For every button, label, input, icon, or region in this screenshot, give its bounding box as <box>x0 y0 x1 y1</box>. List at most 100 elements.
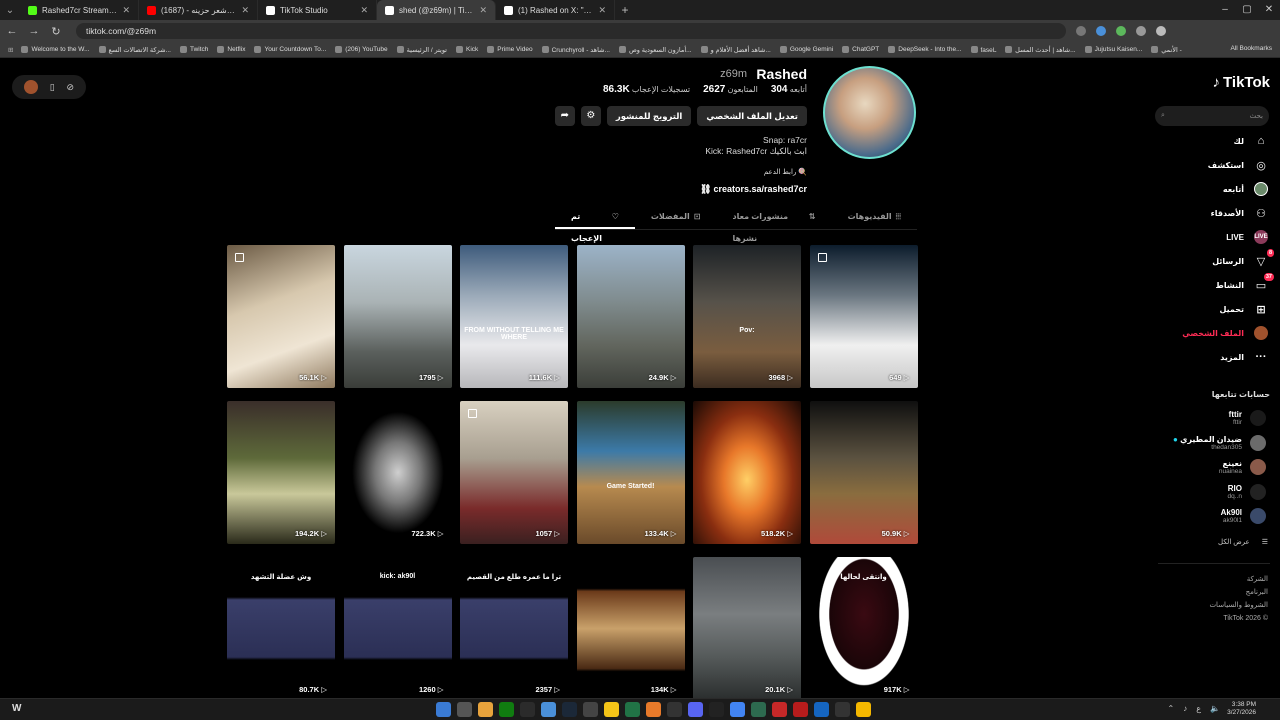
sidebar-item[interactable]: المزيد ··· <box>1220 348 1268 366</box>
bookmark-item[interactable]: أمازون السعودية وص... <box>618 46 692 54</box>
close-tab-icon[interactable]: ✕ <box>241 5 249 16</box>
app-icon[interactable] <box>625 702 640 717</box>
browser-tab[interactable]: shed (@z69m) | TikTok (43) ✕ <box>377 0 496 20</box>
app-icon[interactable] <box>709 702 724 717</box>
task-view-icon[interactable] <box>457 702 472 717</box>
video-card[interactable]: 50.9K ▷ <box>809 401 918 544</box>
bookmark-item[interactable]: Twitch <box>179 46 208 54</box>
share-icon[interactable]: ➦ <box>554 106 575 126</box>
video-card[interactable]: kick: ak90l 1260 ▷ <box>343 557 452 698</box>
footer-link[interactable]: البرنامج <box>1209 586 1268 599</box>
profile-tab[interactable]: تم الإعجاب ♡ <box>555 206 635 243</box>
app-icon[interactable] <box>793 702 808 717</box>
extension-icon[interactable] <box>1096 26 1106 36</box>
avatar[interactable] <box>23 80 38 94</box>
extension-icon[interactable] <box>1116 26 1126 36</box>
clock[interactable]: 3:38 PM 3/27/2026 <box>1227 701 1256 717</box>
footer-link[interactable]: الشركة <box>1209 573 1268 586</box>
app-icon[interactable] <box>520 702 535 717</box>
app-icon[interactable] <box>646 702 661 717</box>
url-field[interactable]: tiktok.com/@z69m <box>76 23 1066 39</box>
bookmark-item[interactable]: Crunchyroll - شاهد... <box>541 46 610 54</box>
mic-icon[interactable]: ♪ <box>1183 704 1187 713</box>
profile-link-text[interactable]: creators.sa/rashed7cr <box>713 184 807 194</box>
search-icon[interactable]: ⌕ <box>1161 112 1165 120</box>
bookmark-item[interactable]: faselـ <box>970 46 996 54</box>
app-icon[interactable] <box>583 702 598 717</box>
steam-icon[interactable] <box>562 702 577 717</box>
sidebar-item[interactable]: الملف الشخصي <box>1182 324 1268 342</box>
bookmark-item[interactable]: Netflix <box>217 46 245 54</box>
sidebar-item[interactable]: تحميل ⊞ <box>1219 300 1268 318</box>
bookmark-item[interactable]: Kick <box>456 46 478 54</box>
tab-search-icon[interactable]: ⌄ <box>0 0 20 20</box>
bookmark-item[interactable]: (206) YouTube <box>335 46 388 54</box>
video-card[interactable]: Game Started! 133.4K ▷ <box>576 401 685 544</box>
close-window-icon[interactable]: ✕ <box>1258 0 1280 20</box>
video-card[interactable]: 134K ▷ <box>576 557 685 698</box>
footer-link[interactable]: الشروط والسياسات <box>1209 599 1268 612</box>
video-card[interactable]: وانتقى لحالها 917K ▷ <box>809 557 918 698</box>
video-card[interactable]: 518.2K ▷ <box>693 401 801 544</box>
profile-stat[interactable]: 86.3K تسجيلات الإعجاب <box>600 84 690 95</box>
compass-icon[interactable]: ⊘ <box>67 82 75 93</box>
bookmark-item[interactable]: ChatGPT <box>842 46 879 54</box>
volume-icon[interactable]: 🔈 <box>1210 704 1220 713</box>
app-icon[interactable] <box>541 702 556 717</box>
bookmark-item[interactable]: DeepSeek - Into the... <box>888 46 962 54</box>
video-card[interactable]: 722.3K ▷ <box>343 401 452 544</box>
bookmark-item[interactable]: شركة الاتصالات السع... <box>98 46 171 54</box>
video-card[interactable]: 1795 ▷ <box>343 245 452 388</box>
video-card[interactable]: 1057 ▷ <box>460 401 568 544</box>
video-card[interactable]: 649 ▷ <box>809 245 918 388</box>
profile-avatar[interactable] <box>823 66 916 159</box>
browser-tab[interactable]: (1) Rashed on X: "التي الطبيعي ✕ <box>496 0 615 20</box>
video-card[interactable]: 194.2K ▷ <box>227 401 335 544</box>
forward-icon[interactable]: → <box>28 25 40 37</box>
discord-icon[interactable] <box>688 702 703 717</box>
reload-icon[interactable]: ↻ <box>50 25 62 38</box>
app-icon[interactable] <box>814 702 829 717</box>
close-tab-icon[interactable]: ✕ <box>122 5 130 16</box>
chrome-icon[interactable] <box>730 702 745 717</box>
profile-icon[interactable] <box>1156 26 1166 36</box>
language-icon[interactable]: ع <box>1196 704 1201 713</box>
phone-icon[interactable]: ▯ <box>50 82 55 93</box>
app-icon[interactable] <box>478 702 493 717</box>
browser-tab[interactable]: موسيقى شعر حزينه - (1687) be ✕ <box>139 0 258 20</box>
video-card[interactable]: ترا ما عمره طلع من القصيم 2357 ▷ <box>460 557 568 698</box>
profile-tab[interactable]: الفيديوهات ⦙⦙⦙ <box>832 206 917 229</box>
video-card[interactable]: وش عضلة التشهد 80.7K ▷ <box>227 557 335 698</box>
following-account[interactable]: Ak90l ak90l1 <box>1221 505 1266 527</box>
back-icon[interactable]: ← <box>6 25 18 37</box>
profile-tab[interactable]: منشورات معاد نشرها ⇅ <box>716 206 831 243</box>
promote-post-button[interactable]: الترويج للمنشور <box>606 106 692 126</box>
apps-icon[interactable]: ⊞ <box>8 46 13 54</box>
bookmark-star-icon[interactable] <box>1136 26 1146 36</box>
bookmark-item[interactable]: الأنمي - <box>1151 46 1182 54</box>
search-input[interactable]: ⌕ بحث <box>1155 106 1269 126</box>
app-icon[interactable] <box>835 702 850 717</box>
new-tab-button[interactable]: + <box>615 0 635 20</box>
see-all-button[interactable]: عرض الكل ☰ <box>1218 538 1268 546</box>
app-icon[interactable] <box>772 702 787 717</box>
sidebar-item[interactable]: استكشف ◎ <box>1208 156 1268 174</box>
bookmark-item[interactable]: Welcome to the W... <box>21 46 90 54</box>
browser-tab[interactable]: Rashed7cr Stream - Watch Live ✕ <box>20 0 139 20</box>
video-card[interactable]: 56.1K ▷ <box>227 245 335 388</box>
following-account[interactable]: fttir fttir <box>1229 407 1266 429</box>
all-bookmarks-button[interactable]: All Bookmarks <box>1230 45 1272 52</box>
sidebar-item[interactable]: أتابعه <box>1223 180 1268 198</box>
app-icon[interactable] <box>751 702 766 717</box>
app-icon[interactable] <box>856 702 871 717</box>
extension-icon[interactable] <box>1076 26 1086 36</box>
xbox-icon[interactable] <box>499 702 514 717</box>
profile-stat[interactable]: 2627 المتابعون <box>700 84 758 95</box>
close-tab-icon[interactable]: ✕ <box>360 5 368 16</box>
sidebar-item[interactable]: الرسائل ▽ 8 <box>1212 249 1274 270</box>
video-card[interactable]: 20.1K ▷ <box>693 557 801 698</box>
following-account[interactable]: نعينع nuainea <box>1219 456 1266 478</box>
start-icon[interactable] <box>436 702 451 717</box>
following-account[interactable]: RIO dq..n <box>1228 481 1266 503</box>
folder-icon[interactable] <box>604 702 619 717</box>
